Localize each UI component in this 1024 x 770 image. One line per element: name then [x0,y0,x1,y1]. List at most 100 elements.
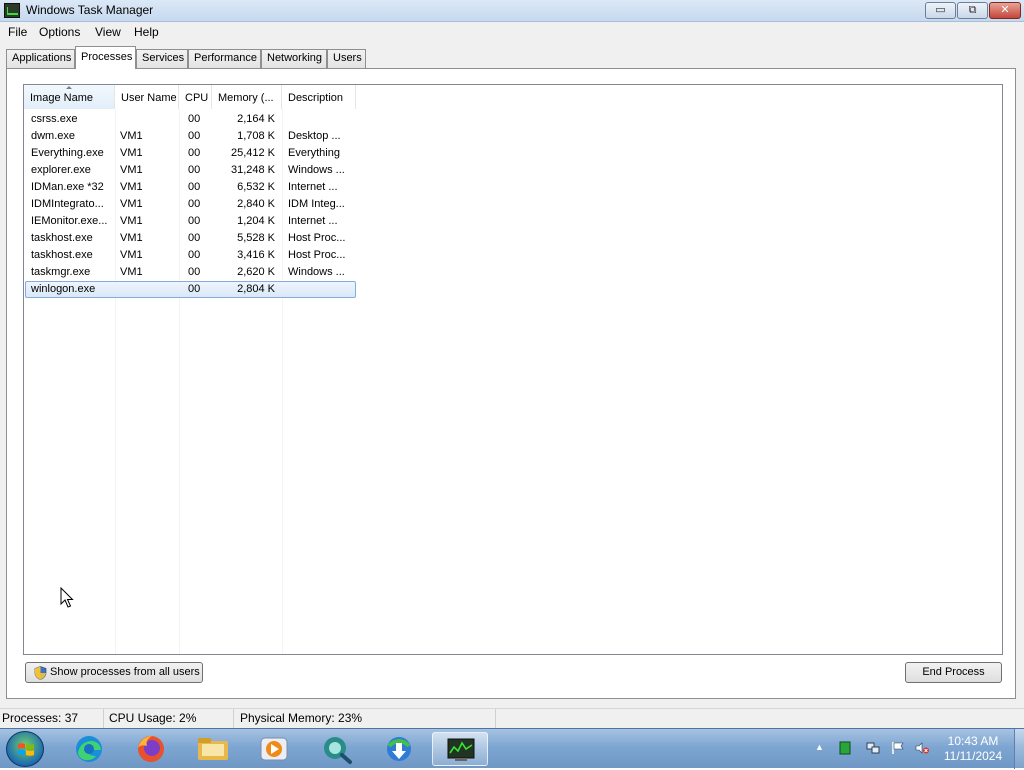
cell-cpu: 00 [188,249,201,261]
tab-networking[interactable]: Networking [261,49,327,68]
taskbar: ▲ 10:43 AM 11/11/2024 [0,728,1024,769]
cell-description: Everything [288,147,340,159]
action-center-flag-icon[interactable] [891,741,905,755]
process-list[interactable]: Image Name User Name CPU Memory (... Des… [23,84,1003,655]
task-manager-window: Windows Task Manager ▭ ⧉ ✕ File Options … [0,0,1024,729]
cell-cpu: 00 [188,215,201,227]
cell-memory: 2,164 K [237,113,275,125]
cell-user: VM1 [120,198,143,210]
cell-cpu: 00 [188,113,201,125]
menu-file[interactable]: File [8,25,27,39]
cell-memory: 25,412 K [230,147,275,159]
cell-description: Host Proc... [288,232,346,244]
clock-date: 11/11/2024 [943,749,1003,763]
cell-description: IDM Integ... [288,198,345,210]
file-explorer-icon[interactable] [185,732,241,766]
cell-memory: 2,804 K [237,283,275,295]
column-header-label: CPU [185,92,209,104]
tab-performance[interactable]: Performance [188,49,261,68]
cell-cpu: 00 [188,130,201,142]
column-header-memory[interactable]: Memory (... [212,85,282,109]
menu-bar: File Options View Help [0,22,1024,42]
table-row[interactable]: taskmgr.exe VM1 00 2,620 K Windows ... [25,264,356,281]
window-title: Windows Task Manager [26,3,154,17]
cell-user: VM1 [120,147,143,159]
table-row[interactable]: IEMonitor.exe... VM1 00 1,204 K Internet ... [25,213,356,230]
close-button[interactable]: ✕ [989,2,1021,19]
cell-cpu: 00 [188,181,201,193]
show-desktop-button[interactable] [1014,729,1024,769]
cell-description: Internet ... [288,181,338,193]
table-row[interactable]: taskhost.exe VM1 00 5,528 K Host Proc... [25,230,356,247]
title-bar[interactable]: Windows Task Manager ▭ ⧉ ✕ [0,0,1024,22]
status-process-count: Processes: 37 [0,709,104,729]
table-row[interactable]: taskhost.exe VM1 00 3,416 K Host Proc... [25,247,356,264]
everything-search-icon[interactable] [309,732,365,766]
system-clock[interactable]: 10:43 AM 11/11/2024 [938,734,1008,764]
menu-view[interactable]: View [95,25,121,39]
firefox-icon[interactable] [123,732,179,766]
clock-time: 10:43 AM [947,734,999,748]
table-row[interactable]: Everything.exe VM1 00 25,412 K Everything [25,145,356,162]
start-button[interactable] [6,731,44,767]
table-row[interactable]: IDMan.exe *32 VM1 00 6,532 K Internet ... [25,179,356,196]
cell-memory: 6,532 K [237,181,275,193]
cell-image: csrss.exe [31,113,78,125]
task-manager-icon[interactable] [432,732,488,766]
cell-description: Windows ... [288,164,345,176]
show-processes-all-users-label: Show processes from all users [50,666,200,678]
cell-cpu: 00 [188,198,201,210]
cell-user: VM1 [120,266,143,278]
column-header-image-name[interactable]: Image Name [24,85,115,109]
table-row[interactable]: dwm.exe VM1 00 1,708 K Desktop ... [25,128,356,145]
column-header-label: Memory (... [218,92,274,104]
cell-memory: 1,204 K [237,215,275,227]
cell-image: Everything.exe [31,147,104,159]
table-row[interactable]: winlogon.exe 00 2,804 K [25,281,356,298]
menu-options[interactable]: Options [39,25,80,39]
cell-user: VM1 [120,249,143,261]
cell-image: IEMonitor.exe... [31,215,108,227]
tab-users[interactable]: Users [327,49,366,68]
green-status-icon[interactable] [838,741,852,755]
edge-icon[interactable] [61,732,117,766]
table-row[interactable]: explorer.exe VM1 00 31,248 K Windows ... [25,162,356,179]
idm-icon[interactable] [371,732,427,766]
cell-memory: 2,620 K [237,266,275,278]
cell-description: Host Proc... [288,249,346,261]
column-header-cpu[interactable]: CPU [179,85,212,109]
cell-memory: 2,840 K [237,198,275,210]
minimize-button[interactable]: ▭ [925,2,956,19]
cell-memory: 3,416 K [237,249,275,261]
column-header-label: Description [288,92,344,104]
end-process-button[interactable]: End Process [905,662,1002,683]
cell-description: Desktop ... [288,130,341,142]
show-processes-all-users-button[interactable]: Show processes from all users [25,662,203,683]
task-manager-app-icon[interactable] [4,3,20,18]
show-hidden-icons-arrow-icon[interactable]: ▲ [815,742,829,756]
volume-muted-icon[interactable] [915,741,929,755]
cell-cpu: 00 [188,266,201,278]
table-row[interactable]: IDMIntegrato... VM1 00 2,840 K IDM Integ... [25,196,356,213]
windows-logo-icon [18,743,34,756]
cell-image: taskhost.exe [31,232,93,244]
table-row[interactable]: csrss.exe 00 2,164 K [25,111,356,128]
menu-help[interactable]: Help [134,25,159,39]
cell-user: VM1 [120,130,143,142]
status-physical-memory: Physical Memory: 23% [238,709,496,729]
cell-description: Windows ... [288,266,345,278]
column-header-user-name[interactable]: User Name [115,85,179,109]
column-header-description[interactable]: Description [282,85,356,109]
cell-image: explorer.exe [31,164,91,176]
tab-processes[interactable]: Processes [75,46,136,69]
media-player-icon[interactable] [246,732,302,766]
network-icon[interactable] [866,741,880,755]
tab-services[interactable]: Services [136,49,188,68]
tab-applications[interactable]: Applications [6,49,75,68]
cell-cpu: 00 [188,147,201,159]
cell-image: dwm.exe [31,130,76,142]
sort-ascending-icon [66,86,72,89]
cell-memory: 1,708 K [237,130,275,142]
mouse-cursor-icon [60,587,74,608]
maximize-button[interactable]: ⧉ [957,2,988,19]
